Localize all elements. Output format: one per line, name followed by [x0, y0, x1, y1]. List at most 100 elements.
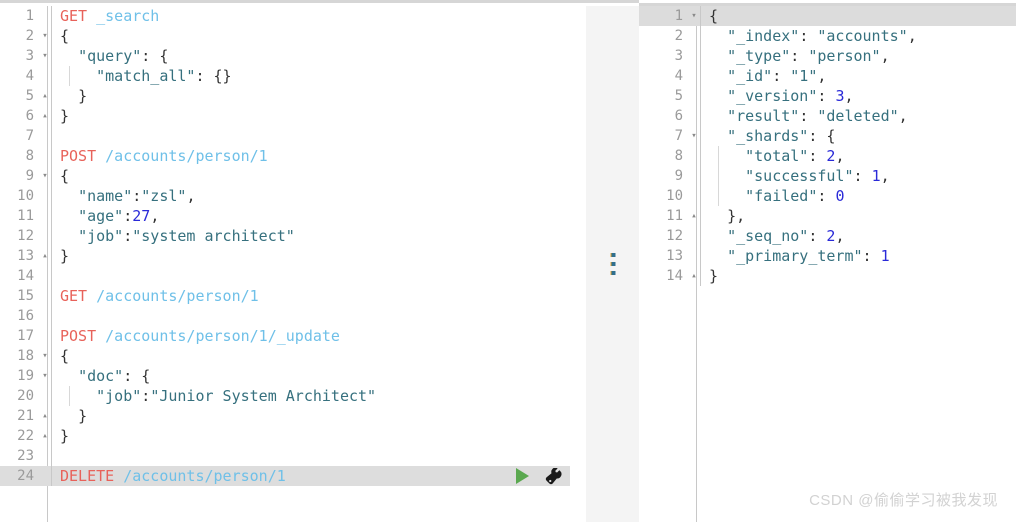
code-line[interactable]: 20 "job":"Junior System Architect" — [0, 386, 570, 406]
code-line[interactable]: 12 "job":"system architect" — [0, 226, 570, 246]
fold-expand-icon[interactable]: ▴ — [39, 106, 51, 126]
token-punc: : — [808, 147, 827, 165]
splitter-grip-dot — [610, 262, 615, 266]
token-key: "failed" — [745, 187, 818, 205]
code-line[interactable]: 10 "failed": 0 — [639, 186, 1016, 206]
code-line[interactable]: 10 "name":"zsl", — [0, 186, 570, 206]
line-number: 7 ▾ — [639, 126, 697, 146]
token-punc: } — [60, 247, 70, 265]
code-line[interactable]: 1 ▾ { — [639, 6, 1016, 26]
response-viewer-pane[interactable]: 1 ▾{2 "_index": "accounts", 3 "_type": "pe… — [639, 6, 1016, 522]
code-line[interactable]: 15 GET /accounts/person/1 — [0, 286, 570, 306]
token-key: "job" — [96, 387, 142, 405]
code-line-text: } — [52, 106, 570, 126]
code-line[interactable]: 11 ▴ }, — [639, 206, 1016, 226]
request-editor-code[interactable]: 1 GET _search 2 ▾{3 ▾ "query": {4 "match_all… — [0, 6, 570, 522]
token-punc: } — [60, 427, 70, 445]
code-line[interactable]: 19 ▾ "doc": { — [0, 366, 570, 386]
token-punc: , — [150, 207, 160, 225]
code-line[interactable]: 22 ▴} — [0, 426, 570, 446]
token-punc: }, — [727, 207, 746, 225]
fold-collapse-icon[interactable]: ▾ — [688, 6, 700, 26]
fold-expand-icon[interactable]: ▴ — [688, 206, 700, 226]
code-line[interactable]: 12 "_seq_no": 2, — [639, 226, 1016, 246]
code-line-text: { — [52, 166, 570, 186]
line-number: 23 — [17, 448, 34, 464]
code-line[interactable]: 3 ▾ "query": { — [0, 46, 570, 66]
code-line[interactable]: 13 "_primary_term": 1 — [639, 246, 1016, 266]
code-line[interactable]: 2 "_index": "accounts", — [639, 26, 1016, 46]
code-line[interactable]: 16 — [0, 306, 570, 326]
token-punc: , — [186, 187, 196, 205]
pane-splitter[interactable] — [586, 6, 639, 522]
code-line[interactable]: 23 — [0, 446, 570, 466]
code-line[interactable]: 7 — [0, 126, 570, 146]
code-line[interactable]: 5 ▴ } — [0, 86, 570, 106]
code-line-text: "query": { — [52, 46, 570, 66]
code-line[interactable]: 18 ▾ { — [0, 346, 570, 366]
code-line[interactable]: 9 ▾ { — [0, 166, 570, 186]
token-str: "deleted" — [817, 107, 899, 125]
token-key: "_id" — [727, 67, 773, 85]
code-line[interactable]: 9 "successful": 1, — [639, 166, 1016, 186]
code-line[interactable]: 2 ▾ { — [0, 26, 570, 46]
token-punc: : — [799, 27, 818, 45]
code-line[interactable]: 4 "_id": "1", — [639, 66, 1016, 86]
fold-expand-icon[interactable]: ▴ — [39, 426, 51, 446]
splitter-grip-icon[interactable] — [610, 253, 615, 275]
code-line[interactable]: 13 ▴} — [0, 246, 570, 266]
fold-expand-icon[interactable]: ▴ — [688, 266, 700, 286]
fold-collapse-icon[interactable]: ▾ — [39, 166, 51, 186]
code-line[interactable]: 8 "total": 2, — [639, 146, 1016, 166]
code-line[interactable]: 6 "result": "deleted", — [639, 106, 1016, 126]
token-key: "match_all" — [96, 67, 196, 85]
line-number: 20 — [17, 388, 34, 404]
indent-guide — [69, 386, 70, 406]
token-punc: { — [709, 7, 719, 25]
code-line[interactable]: 1 GET _search — [0, 6, 570, 26]
fold-collapse-icon[interactable]: ▾ — [39, 366, 51, 386]
code-line-text: "_id": "1", — [701, 66, 1016, 86]
code-line[interactable]: 5 "_version": 3, — [639, 86, 1016, 106]
code-line-text: GET /accounts/person/1 — [52, 286, 570, 306]
fold-collapse-icon[interactable]: ▾ — [39, 26, 51, 46]
line-number: 6 ▴ — [0, 106, 48, 126]
splitter-grip-dot — [610, 253, 615, 257]
code-line-text: "job":"system architect" — [52, 226, 570, 246]
token-str: "1" — [790, 67, 818, 85]
request-editor-pane[interactable]: 1 GET _search 2 ▾{3 ▾ "query": {4 "match_all… — [0, 6, 570, 522]
response-viewer-code[interactable]: 1 ▾{2 "_index": "accounts", 3 "_type": "pe… — [639, 6, 1016, 522]
token-method: GET — [60, 7, 88, 25]
line-number: 11 — [17, 208, 34, 224]
token-punc: { — [60, 27, 70, 45]
code-line[interactable]: 14 — [0, 266, 570, 286]
token-punc: } — [78, 87, 88, 105]
token-str: "accounts" — [817, 27, 908, 45]
line-number: 7 — [25, 128, 34, 144]
code-line[interactable]: 14 ▴} — [639, 266, 1016, 286]
fold-collapse-icon[interactable]: ▾ — [39, 346, 51, 366]
code-line[interactable]: 3 "_type": "person", — [639, 46, 1016, 66]
line-number: 8 — [674, 148, 683, 164]
gutter-separator — [51, 446, 52, 466]
indent-guide — [718, 146, 719, 166]
code-line[interactable]: 17 POST /accounts/person/1/_update — [0, 326, 570, 346]
code-line[interactable]: 4 "match_all": {} — [0, 66, 570, 86]
token-punc: : — [862, 247, 881, 265]
token-url: /accounts/person/1 — [123, 467, 286, 485]
line-number: 5 — [674, 88, 683, 104]
code-line[interactable]: 8 POST /accounts/person/1 — [0, 146, 570, 166]
fold-expand-icon[interactable]: ▴ — [39, 246, 51, 266]
code-line[interactable]: 24 DELETE /accounts/person/1 — [0, 466, 570, 486]
code-line[interactable]: 6 ▴} — [0, 106, 570, 126]
fold-collapse-icon[interactable]: ▾ — [39, 46, 51, 66]
code-line[interactable]: 7 ▾ "_shards": { — [639, 126, 1016, 146]
fold-expand-icon[interactable]: ▴ — [39, 86, 51, 106]
code-line[interactable]: 21 ▴ } — [0, 406, 570, 426]
fold-expand-icon[interactable]: ▴ — [39, 406, 51, 426]
fold-collapse-icon[interactable]: ▾ — [688, 126, 700, 146]
code-line[interactable]: 11 "age":27, — [0, 206, 570, 226]
